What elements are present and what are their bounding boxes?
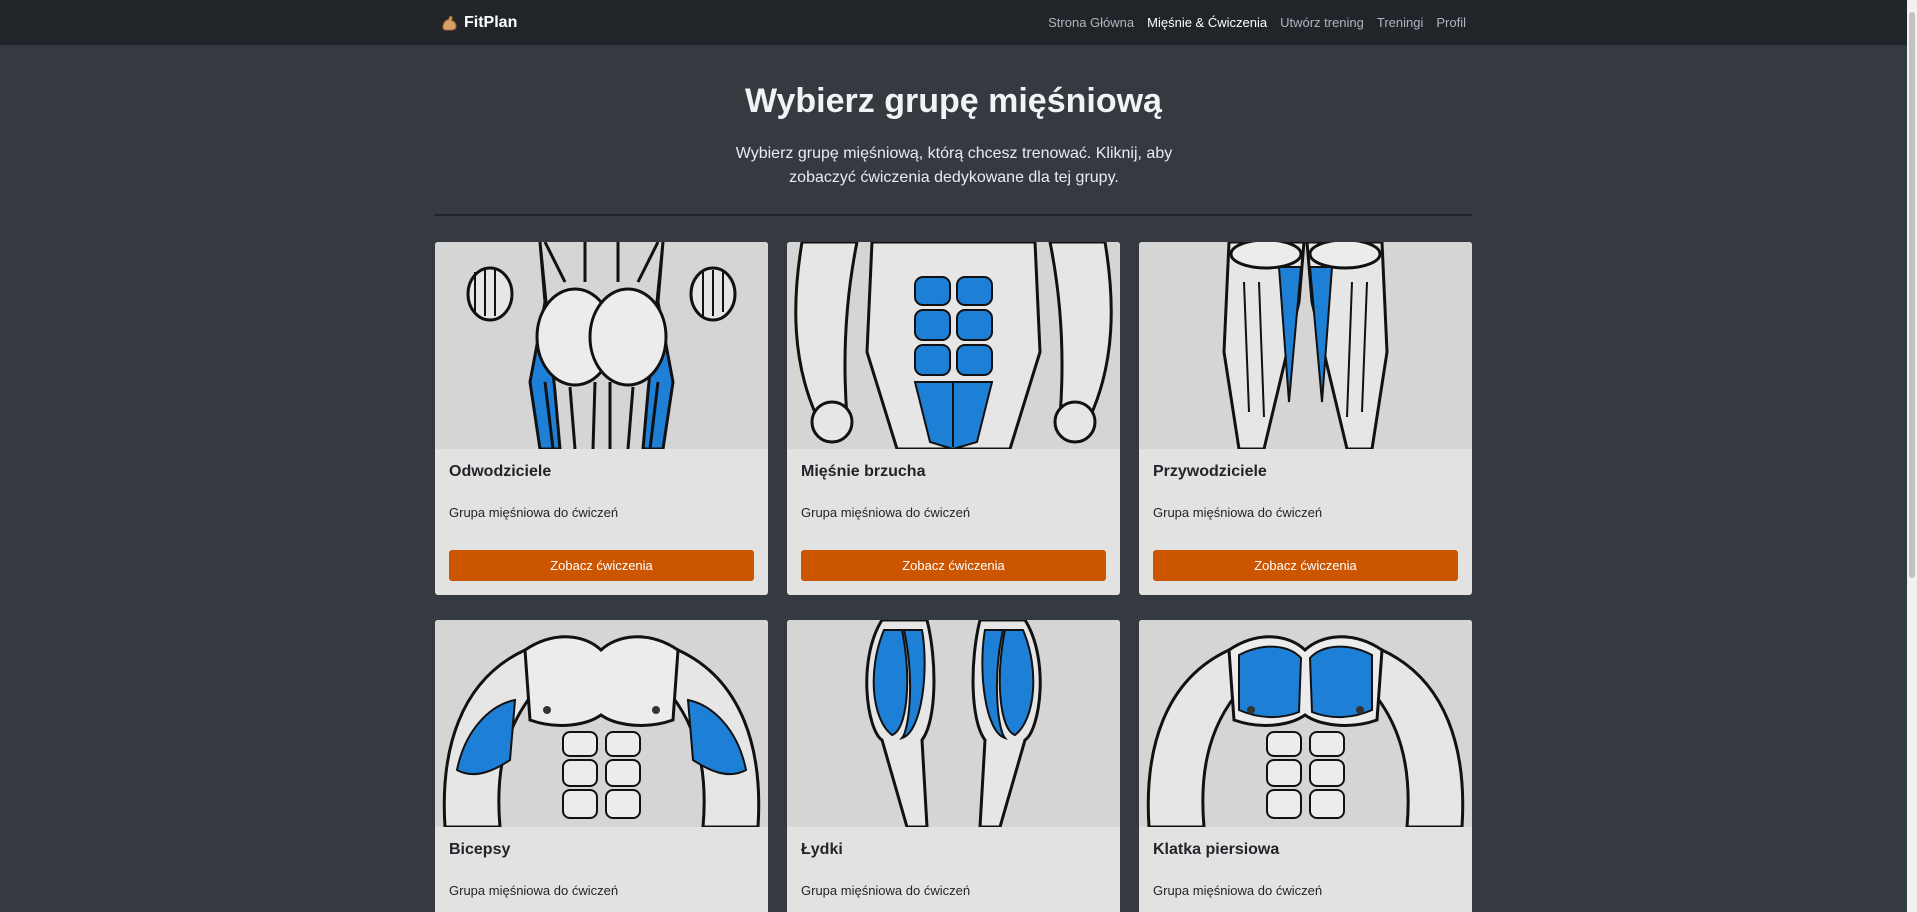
card-title: Odwodziciele <box>449 463 552 480</box>
muscle-card-adductors[interactable]: Przywodziciele Grupa mięśniowa do ćwicze… <box>1139 242 1472 595</box>
card-title: Klatka piersiowa <box>1153 841 1280 858</box>
navbar: FitPlan Strona Główna Mięśnie & Ćwiczeni… <box>0 0 1907 45</box>
muscle-card-calves[interactable]: Łydki Grupa mięśniowa do ćwiczeń <box>787 620 1120 912</box>
nav-home[interactable]: Strona Główna <box>1048 15 1134 30</box>
page-lead: Wybierz grupę mięśniową, którą chcesz tr… <box>735 145 1173 186</box>
nav-workouts[interactable]: Treningi <box>1377 15 1423 30</box>
page-scrollbar[interactable] <box>1907 0 1917 912</box>
abductors-illustration[interactable] <box>435 242 768 449</box>
biceps-illustration[interactable] <box>435 620 768 827</box>
section-divider <box>435 214 1472 216</box>
brand-name: FitPlan <box>464 14 518 31</box>
chest-illustration[interactable] <box>1139 620 1472 827</box>
card-text: Grupa mięśniowa do ćwiczeń <box>1153 505 1323 520</box>
muscle-card-abductors[interactable]: Odwodziciele Grupa mięśniowa do ćwiczeń … <box>435 242 768 595</box>
muscle-card-biceps[interactable]: Bicepsy Grupa mięśniowa do ćwiczeń <box>435 620 768 912</box>
scrollbar-thumb[interactable] <box>1909 12 1915 578</box>
card-title: Łydki <box>801 841 843 858</box>
card-text: Grupa mięśniowa do ćwiczeń <box>801 505 971 520</box>
page-title: Wybierz grupę mięśniową <box>745 82 1162 120</box>
nav-profile[interactable]: Profil <box>1436 15 1466 30</box>
card-title: Przywodziciele <box>1153 463 1267 480</box>
flexed-biceps-icon <box>442 15 457 31</box>
card-text: Grupa mięśniowa do ćwiczeń <box>1153 883 1323 898</box>
card-text: Grupa mięśniowa do ćwiczeń <box>449 505 619 520</box>
muscle-card-chest[interactable]: Klatka piersiowa Grupa mięśniowa do ćwic… <box>1139 620 1472 912</box>
nav-create-workout[interactable]: Utwórz trening <box>1280 15 1364 30</box>
calves-illustration[interactable] <box>787 620 1120 827</box>
card-text: Grupa mięśniowa do ćwiczeń <box>449 883 619 898</box>
adductors-illustration[interactable] <box>1139 242 1472 449</box>
view-exercises-button[interactable]: Zobacz ćwiczenia <box>449 550 754 581</box>
brand-link[interactable]: FitPlan <box>440 11 517 35</box>
card-title: Bicepsy <box>449 841 511 858</box>
view-exercises-button[interactable]: Zobacz ćwiczenia <box>1153 550 1458 581</box>
nav-muscles-exercises[interactable]: Mięśnie & Ćwiczenia <box>1147 15 1267 30</box>
card-title: Mięśnie brzucha <box>801 463 926 480</box>
abs-illustration[interactable] <box>787 242 1120 449</box>
nav-links: Strona Główna Mięśnie & Ćwiczenia Utwórz… <box>1048 14 1466 32</box>
card-text: Grupa mięśniowa do ćwiczeń <box>801 883 971 898</box>
view-exercises-button[interactable]: Zobacz ćwiczenia <box>801 550 1106 581</box>
muscle-card-abs[interactable]: Mięśnie brzucha Grupa mięśniowa do ćwicz… <box>787 242 1120 595</box>
